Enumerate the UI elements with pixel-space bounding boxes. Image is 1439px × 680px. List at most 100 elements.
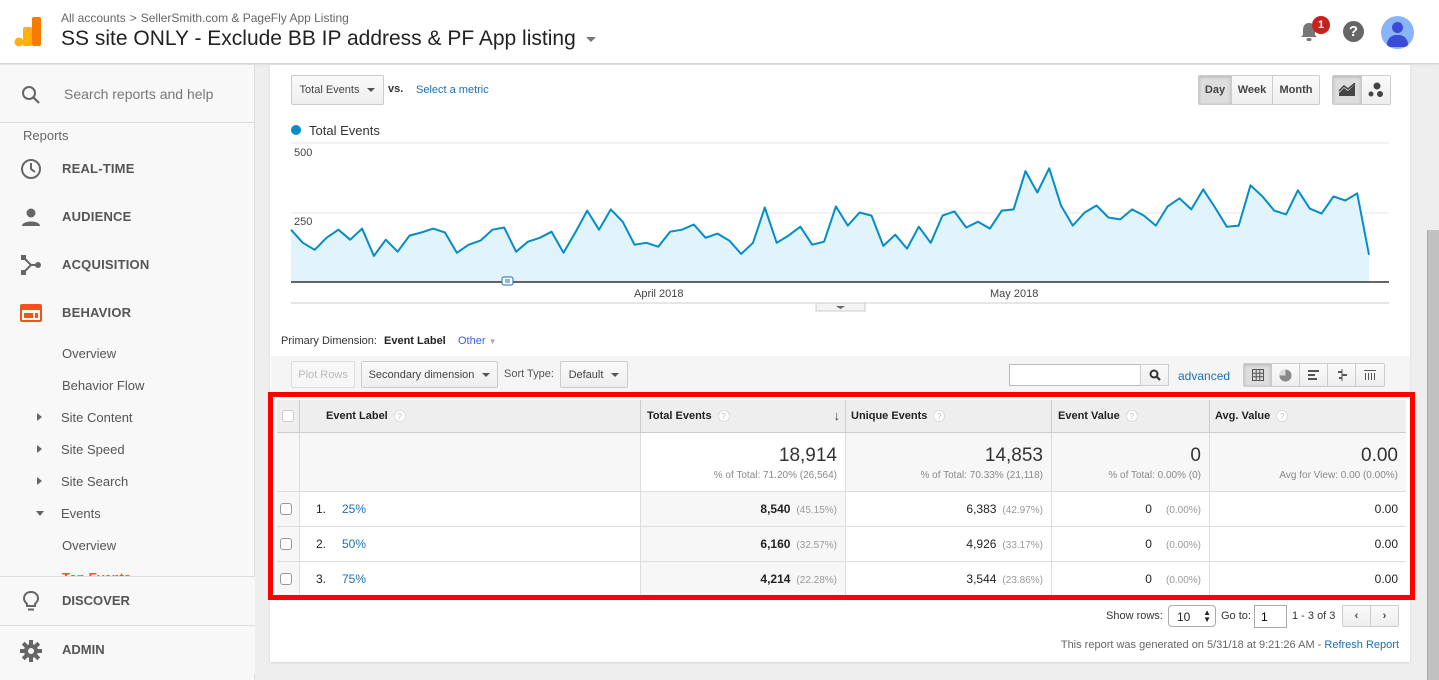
data-point[interactable] (1235, 222, 1243, 230)
sidebar-subitem-events[interactable]: Events (61, 506, 101, 521)
data-point[interactable] (429, 225, 437, 233)
data-point[interactable] (1211, 203, 1219, 211)
data-point[interactable] (1081, 209, 1089, 217)
data-point[interactable] (1152, 222, 1160, 230)
data-point[interactable] (607, 205, 615, 213)
data-point[interactable] (1306, 205, 1314, 213)
expand-arrow-icon[interactable] (37, 477, 42, 485)
data-point[interactable] (950, 207, 958, 215)
sidebar-subitem-site-speed[interactable]: Site Speed (61, 442, 125, 457)
data-point[interactable] (1175, 194, 1183, 202)
data-point[interactable] (927, 239, 935, 247)
refresh-report-link[interactable]: Refresh Report (1324, 639, 1399, 651)
bar-view-button[interactable] (1300, 364, 1328, 386)
data-point[interactable] (1258, 192, 1266, 200)
other-dimension-link[interactable]: Other ▼ (458, 335, 497, 347)
data-point[interactable] (903, 245, 911, 253)
event-label-link[interactable]: 50% (342, 537, 366, 551)
data-point[interactable] (323, 234, 331, 242)
search-input[interactable]: Search reports and help (64, 86, 213, 102)
sidebar-subitem-site-search[interactable]: Site Search (61, 474, 128, 489)
sidebar-search[interactable]: Search reports and help (0, 65, 254, 123)
pie-view-button[interactable] (1272, 364, 1300, 386)
sidebar-item-discover[interactable]: DISCOVER (0, 576, 255, 625)
data-point[interactable] (962, 224, 970, 232)
data-point[interactable] (1187, 205, 1195, 213)
data-point[interactable] (856, 209, 864, 217)
data-point[interactable] (500, 224, 508, 232)
data-point[interactable] (405, 232, 413, 240)
data-point[interactable] (654, 243, 662, 251)
column-header-avg-value[interactable]: Avg. Value? (1210, 400, 1406, 433)
data-point[interactable] (998, 207, 1006, 215)
data-point[interactable] (548, 228, 556, 236)
data-point[interactable] (1247, 181, 1255, 189)
comparison-view-button[interactable] (1328, 364, 1356, 386)
data-point[interactable] (1140, 212, 1148, 220)
data-point[interactable] (974, 218, 982, 226)
data-point[interactable] (1329, 192, 1337, 200)
data-point[interactable] (666, 228, 674, 236)
data-point[interactable] (1069, 222, 1077, 230)
view-selector[interactable]: SS site ONLY - Exclude BB IP address & P… (61, 27, 596, 51)
data-point[interactable] (725, 237, 733, 245)
data-point[interactable] (690, 220, 698, 228)
row-checkbox[interactable] (280, 503, 292, 515)
data-point[interactable] (631, 241, 639, 249)
data-point[interactable] (1116, 215, 1124, 223)
data-point[interactable] (737, 250, 745, 258)
data-point[interactable] (595, 226, 603, 234)
sidebar-item-acquisition[interactable]: ACQUISITION (0, 242, 255, 290)
data-point[interactable] (382, 236, 390, 244)
data-point[interactable] (1128, 205, 1136, 213)
help-icon[interactable]: ? (1343, 21, 1364, 42)
data-point[interactable] (334, 226, 342, 234)
data-point[interactable] (559, 249, 567, 257)
breadcrumb-item[interactable]: SellerSmith.com & PageFly App Listing (141, 11, 349, 25)
help-icon[interactable]: ? (393, 410, 406, 422)
data-point[interactable] (749, 239, 757, 247)
data-point[interactable] (571, 229, 579, 237)
data-point[interactable] (1282, 210, 1290, 218)
sidebar-item-behavior[interactable]: BEHAVIOR (0, 290, 255, 338)
data-point[interactable] (939, 212, 947, 220)
data-point[interactable] (773, 239, 781, 247)
line-chart-button[interactable] (1333, 76, 1362, 104)
row-checkbox[interactable] (280, 573, 292, 585)
data-point[interactable] (1199, 185, 1207, 193)
data-point[interactable] (879, 242, 887, 250)
data-point[interactable] (1045, 164, 1053, 172)
data-point[interactable] (832, 202, 840, 210)
chart-collapse-handle[interactable] (815, 302, 866, 312)
sidebar-subitem-site-content[interactable]: Site Content (61, 410, 133, 425)
event-label-link[interactable]: 75% (342, 572, 366, 586)
data-point[interactable] (820, 238, 828, 246)
data-point[interactable] (583, 207, 591, 215)
next-page-button[interactable]: › (1371, 606, 1398, 626)
period-week-button[interactable]: Week (1232, 76, 1273, 104)
data-point[interactable] (1270, 207, 1278, 215)
expand-arrow-icon[interactable] (37, 445, 42, 453)
expand-arrow-icon[interactable] (37, 413, 42, 421)
data-point[interactable] (1353, 189, 1361, 197)
data-point[interactable] (512, 248, 520, 256)
data-point[interactable] (1010, 205, 1018, 213)
table-search-button[interactable] (1140, 364, 1169, 386)
table-view-button[interactable] (1244, 364, 1272, 386)
data-point[interactable] (311, 246, 319, 254)
sidebar-item-audience[interactable]: AUDIENCE (0, 194, 255, 242)
column-header-event-label[interactable]: Event Label? (300, 400, 641, 433)
data-point[interactable] (761, 203, 769, 211)
data-point[interactable] (1104, 214, 1112, 222)
sidebar-subitem-behavior-flow[interactable]: Behavior Flow (62, 378, 144, 393)
data-point[interactable] (370, 252, 378, 260)
motion-chart-button[interactable] (1362, 76, 1390, 104)
data-point[interactable] (299, 239, 307, 247)
data-point[interactable] (642, 239, 650, 247)
sort-type-select[interactable]: Default (560, 361, 628, 388)
plot-rows-button[interactable]: Plot Rows (291, 361, 355, 388)
data-point[interactable] (1341, 197, 1349, 205)
sidebar-item-admin[interactable]: ADMIN (0, 625, 255, 674)
table-search-input[interactable] (1009, 364, 1141, 386)
data-point[interactable] (358, 225, 366, 233)
